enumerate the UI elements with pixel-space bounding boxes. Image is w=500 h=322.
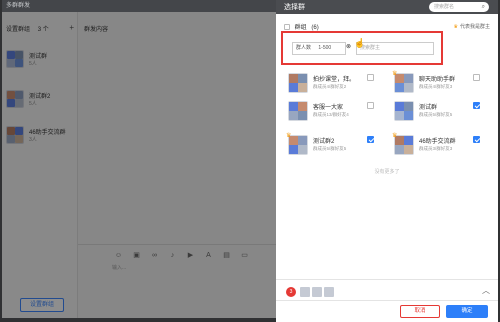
group-stats: 群成员5/群好友5 — [313, 146, 347, 151]
group-stats: 群成员4/群好友2 — [313, 84, 347, 89]
cancel-button[interactable]: 取消 — [400, 305, 440, 318]
select-all-checkbox[interactable] — [284, 24, 290, 31]
crown-icon: ♛ — [453, 24, 458, 30]
selected-avatar — [324, 287, 334, 297]
select-group-dialog: 选择群 搜索群名 ⌕ 群组 (6) ♛ 代表我是群主 群人数 1-500 ⊗ 搜索… — [276, 0, 498, 322]
group-card[interactable]: ♛ 测试群2 群成员5/群好友5 — [286, 132, 378, 170]
group-checkbox[interactable] — [473, 74, 480, 81]
clear-icon[interactable]: ⊗ — [346, 42, 351, 53]
search-icon[interactable]: ⌕ — [482, 2, 485, 12]
dialog-header: 选择群 搜索群名 ⌕ — [276, 0, 498, 14]
group-name: 测试群2 — [313, 139, 335, 145]
group-stats: 群成员5/群好友5 — [419, 112, 453, 117]
no-more-text: 没有更多了 — [374, 169, 400, 175]
group-checkbox[interactable] — [367, 102, 374, 109]
tab-groups[interactable]: 群组 (6) — [284, 22, 319, 31]
group-name: 46助手交流群 — [419, 139, 456, 145]
group-name: 客服一大家 — [313, 105, 344, 111]
owner-search-field[interactable]: 搜索群主 — [356, 42, 434, 55]
selected-count-badge: 3 — [286, 287, 296, 297]
group-stats: 群成员4/群好友3 — [419, 84, 453, 89]
modal-backdrop — [2, 12, 276, 318]
owner-legend: ♛ 代表我是群主 — [453, 24, 491, 30]
group-stats: 群成员13/群好友4 — [313, 112, 349, 117]
avatar — [394, 101, 414, 121]
dialog-title: 选择群 — [284, 4, 305, 11]
avatar — [288, 101, 308, 121]
divider — [276, 300, 498, 301]
divider — [276, 279, 498, 280]
group-name: 聊天助助手群 — [419, 77, 456, 83]
confirm-button[interactable]: 确定 — [446, 305, 488, 318]
group-stats: 群成员3/群好友3 — [419, 146, 453, 151]
group-name: 拍抄课堂，拜。 — [313, 77, 356, 83]
group-card[interactable]: 测试群 群成员5/群好友5 — [392, 98, 484, 136]
hand-cursor-icon: ☝ — [354, 38, 366, 48]
group-checkbox[interactable] — [473, 136, 480, 143]
crown-icon: ♛ — [286, 133, 292, 139]
group-checkbox[interactable] — [367, 74, 374, 81]
avatar — [288, 73, 308, 93]
group-checkbox[interactable] — [367, 136, 374, 143]
selected-avatar — [300, 287, 310, 297]
selected-avatar — [312, 287, 322, 297]
search-input[interactable]: 搜索群名 ⌕ — [429, 2, 489, 12]
app-window: 多群群发 设置群组 3 个 + 测试群 5人 测试群2 5人 46助手交流群 3… — [0, 0, 500, 322]
crown-icon: ♛ — [392, 71, 398, 77]
member-count-field[interactable]: 群人数 1-500 ⊗ — [292, 42, 351, 55]
group-card[interactable]: ♛ 46助手交流群 群成员3/群好友3 — [392, 132, 484, 170]
group-name: 测试群 — [419, 105, 438, 111]
group-card[interactable]: 客服一大家 群成员13/群好友4 — [286, 98, 378, 136]
chevron-up-icon[interactable]: ︿ — [482, 285, 490, 296]
group-checkbox[interactable] — [473, 102, 480, 109]
crown-icon: ♛ — [392, 133, 398, 139]
